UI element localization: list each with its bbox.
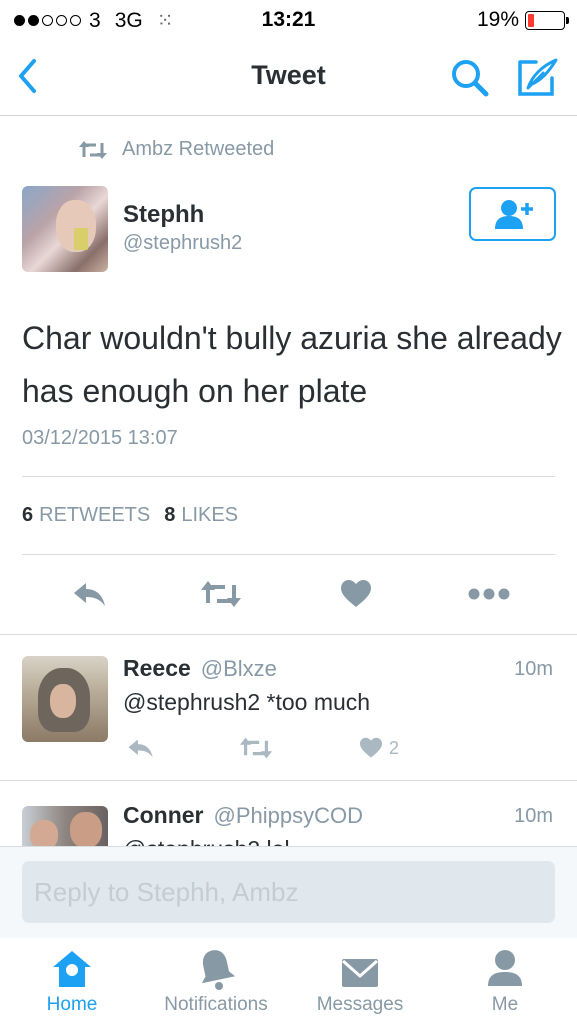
retweeted-by-label: Ambz Retweeted — [122, 138, 275, 160]
reply-input[interactable] — [22, 861, 555, 923]
reply-icon — [74, 583, 105, 606]
compose-button[interactable] — [514, 54, 560, 100]
tab-home[interactable]: Home — [30, 938, 114, 1024]
more-button[interactable] — [468, 572, 510, 616]
tweet-timestamp: 03/12/2015 13:07 — [22, 427, 178, 449]
retweet-icon — [201, 581, 241, 607]
like-button[interactable] — [340, 572, 372, 616]
reply-author-handle[interactable]: @PhippsyCOD — [214, 803, 364, 829]
like-count: 2 — [389, 737, 400, 758]
reply-header: Conner @PhippsyCOD — [123, 802, 363, 829]
avatar[interactable] — [22, 806, 108, 846]
reply-time: 10m — [514, 805, 553, 827]
tweet-stats: 6 RETWEETS 8 LIKES — [22, 504, 238, 527]
avatar[interactable] — [22, 186, 108, 272]
author-handle[interactable]: @stephrush2 — [123, 232, 242, 255]
more-icon — [468, 588, 510, 600]
heart-icon — [360, 737, 382, 758]
retweet-button[interactable] — [200, 572, 242, 616]
status-bar-right: 19% — [476, 8, 569, 32]
avatar[interactable] — [22, 656, 108, 742]
tab-bar: Home Notifications Messages Me — [0, 938, 577, 1024]
compose-icon — [518, 58, 558, 96]
battery-icon — [525, 10, 569, 30]
retweet-button[interactable] — [239, 733, 273, 763]
retweets-label: RETWEETS — [39, 504, 151, 526]
likes-count: 8 — [164, 504, 176, 526]
bell-icon — [201, 950, 236, 990]
reply-text: @stephrush2 *too much — [123, 689, 371, 715]
add-user-icon — [494, 200, 533, 229]
retweet-icon — [240, 737, 272, 759]
search-icon — [452, 60, 489, 97]
retweet-icon — [79, 140, 107, 159]
tab-label: Me — [491, 994, 519, 1015]
follow-button[interactable] — [469, 187, 556, 241]
divider — [22, 554, 555, 555]
divider — [22, 476, 555, 477]
author-name[interactable]: Stephh — [123, 201, 204, 229]
reply-button[interactable] — [72, 572, 108, 616]
reply-author-handle[interactable]: @Blxze — [201, 656, 277, 682]
reply-icon — [128, 739, 153, 758]
envelope-icon — [342, 959, 378, 987]
divider — [0, 634, 577, 635]
home-icon — [53, 951, 91, 987]
tab-me[interactable]: Me — [470, 938, 540, 1024]
likes-label: LIKES — [181, 504, 239, 526]
person-icon — [488, 950, 522, 986]
heart-icon — [341, 580, 371, 607]
tab-notifications[interactable]: Notifications — [156, 938, 276, 1024]
reply-author-name[interactable]: Conner — [123, 802, 204, 829]
tweet-text: Char wouldn't bully azuria she already h… — [22, 320, 562, 409]
search-button[interactable] — [448, 56, 492, 100]
tweet-actions — [0, 572, 577, 616]
reply-time: 10m — [514, 658, 553, 680]
reply-actions: 2 — [123, 733, 443, 763]
retweets-count: 6 — [22, 504, 34, 526]
battery-percent: 19% — [476, 8, 519, 31]
divider — [0, 780, 577, 781]
retweets-stat[interactable]: 6 RETWEETS — [22, 504, 150, 527]
reply-header: Reece @Blxze — [123, 655, 277, 682]
likes-stat[interactable]: 8 LIKES — [164, 504, 238, 527]
like-button[interactable]: 2 — [359, 733, 399, 763]
status-bar: 3 3G ⁙ 13:21 19% — [0, 0, 577, 40]
tab-label: Messages — [316, 994, 404, 1015]
tab-label: Notifications — [164, 994, 268, 1015]
nav-bar: Tweet — [0, 40, 577, 116]
reply-author-name[interactable]: Reece — [123, 655, 191, 682]
reply-button[interactable] — [127, 733, 155, 763]
tab-label: Home — [46, 994, 98, 1015]
retweeted-by-line[interactable]: Ambz Retweeted — [78, 138, 274, 161]
tab-messages[interactable]: Messages — [310, 938, 410, 1024]
battery-level-fill — [528, 13, 535, 27]
reply-bar — [0, 846, 577, 938]
